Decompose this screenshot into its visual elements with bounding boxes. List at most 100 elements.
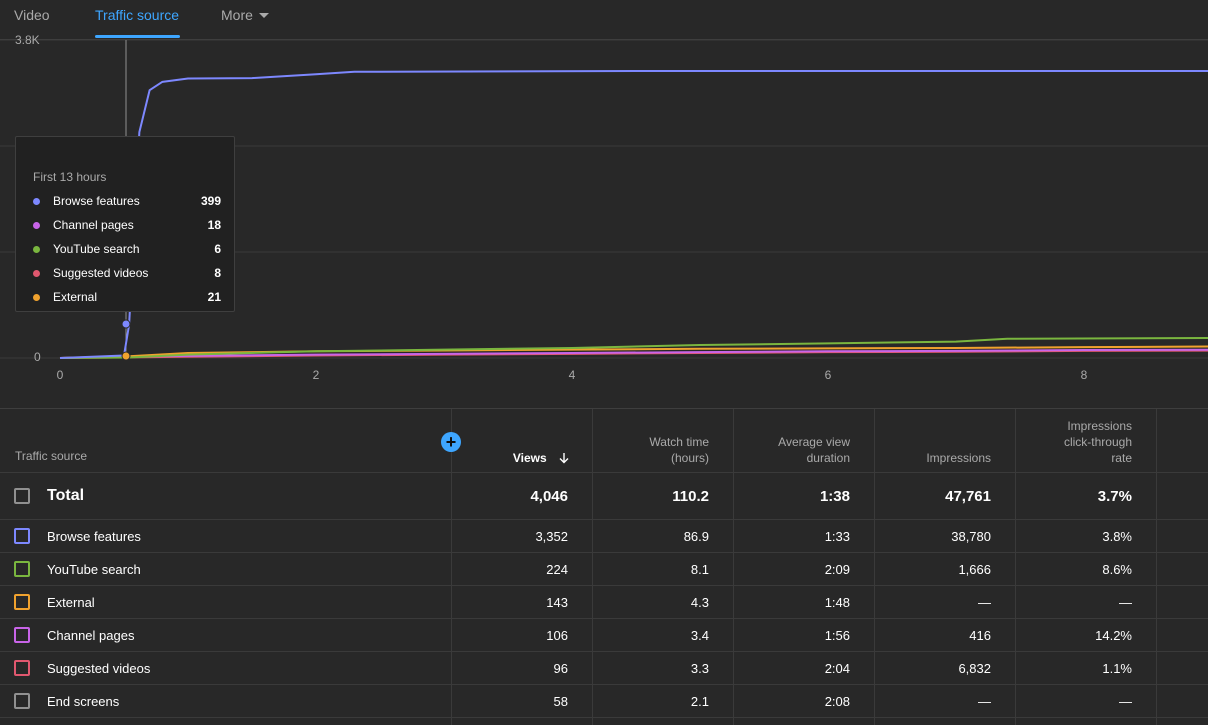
- row-watch-value: 3.3: [690, 661, 709, 676]
- legend-dot-icon: [33, 198, 40, 205]
- header-ctr-line1: Impressions: [1067, 419, 1132, 433]
- row-checkbox[interactable]: [14, 561, 30, 577]
- header-avd-line2: duration: [806, 451, 850, 465]
- row-traffic-source-name[interactable]: Browse features: [47, 529, 141, 544]
- row-traffic-source-name[interactable]: External: [47, 595, 95, 610]
- tab-more[interactable]: More: [221, 7, 269, 23]
- tooltip-row: Browse features 399: [33, 194, 221, 210]
- tooltip-row-label: Browse features: [53, 194, 140, 208]
- tab-traffic-source[interactable]: Traffic source: [95, 7, 179, 23]
- row-avd-value: 1:56: [824, 628, 850, 643]
- header-watch-time[interactable]: Watch time (hours): [600, 434, 709, 466]
- header-views[interactable]: Views: [470, 450, 570, 466]
- arrow-down-icon: [559, 453, 569, 464]
- row-ctr-value: 8.6%: [1102, 562, 1132, 577]
- chart-tooltip: First 13 hours Browse features 399 Channel…: [15, 136, 235, 312]
- row-avd-value: 2:08: [824, 694, 850, 709]
- row-checkbox[interactable]: [14, 627, 30, 643]
- x-tick-label: 4: [568, 368, 576, 382]
- legend-dot-icon: [33, 270, 40, 277]
- tooltip-row: External 21: [33, 290, 221, 306]
- caret-down-icon: [258, 12, 269, 18]
- total-checkbox[interactable]: [14, 488, 30, 504]
- tooltip-row-label: YouTube search: [53, 242, 140, 256]
- row-traffic-source-name[interactable]: Channel pages: [47, 628, 134, 643]
- total-ctr: 3.7%: [1097, 488, 1132, 505]
- total-row: Total 4,046 110.2 1:38 47,761 3.7%: [0, 473, 1208, 519]
- row-ctr-value: 3.8%: [1102, 529, 1132, 544]
- row-checkbox[interactable]: [14, 594, 30, 610]
- table-row: Suggested videos 96 3.3 2:04 6,832 1.1%: [0, 652, 1208, 685]
- add-metric-button[interactable]: +: [441, 432, 461, 452]
- row-ctr-value: —: [1119, 595, 1132, 610]
- row-checkbox[interactable]: [14, 693, 30, 709]
- row-views-value: 224: [546, 562, 568, 577]
- row-ctr-value: 1.1%: [1102, 661, 1132, 676]
- tab-more-label: More: [221, 7, 253, 23]
- total-label: Total: [47, 487, 85, 504]
- row-impressions-value: 1,666: [958, 562, 991, 577]
- row-impressions-value: 38,780: [951, 529, 991, 544]
- row-avd-value: 1:48: [824, 595, 850, 610]
- header-impressions[interactable]: Impressions: [882, 450, 991, 466]
- table-row: End screens 58 2.1 2:08 — —: [0, 685, 1208, 718]
- row-views-value: 143: [546, 595, 568, 610]
- row-watch-value: 2.1: [690, 694, 709, 709]
- header-views-label: Views: [512, 451, 547, 465]
- header-avd-line1: Average view: [778, 435, 850, 449]
- legend-dot-icon: [33, 294, 40, 301]
- tooltip-row-value: 399: [200, 194, 221, 208]
- tooltip-row-value: 18: [207, 218, 221, 232]
- tooltip-row-label: Channel pages: [53, 218, 134, 232]
- tab-video[interactable]: Video: [14, 7, 50, 23]
- row-impressions-value: 6,832: [958, 661, 991, 676]
- row-checkbox[interactable]: [14, 528, 30, 544]
- header-watch-time-line1: Watch time: [649, 435, 709, 449]
- tooltip-row: Suggested videos 8: [33, 266, 221, 282]
- x-tick-label: 8: [1080, 368, 1088, 382]
- x-tick-label: 0: [56, 368, 64, 382]
- row-watch-value: 4.3: [690, 595, 709, 610]
- header-traffic-source[interactable]: Traffic source: [15, 449, 87, 463]
- tooltip-row-value: 21: [207, 290, 221, 304]
- row-ctr-value: —: [1119, 694, 1132, 709]
- row-watch-value: 86.9: [683, 529, 709, 544]
- tooltip-row: YouTube search 6: [33, 242, 221, 258]
- header-ctr-line2: click-through: [1063, 435, 1132, 449]
- traffic-source-table: Traffic source + Views Watch time (hours…: [0, 408, 1208, 725]
- total-watch-time: 110.2: [672, 488, 709, 505]
- row-checkbox[interactable]: [14, 660, 30, 676]
- table-row: External 143 4.3 1:48 — —: [0, 586, 1208, 619]
- header-watch-time-line2: (hours): [670, 451, 709, 465]
- tooltip-row-value: 8: [214, 266, 221, 280]
- row-avd-value: 2:04: [824, 661, 850, 676]
- row-ctr-value: 14.2%: [1095, 628, 1132, 643]
- row-views-value: 3,352: [535, 529, 568, 544]
- legend-dot-icon: [33, 246, 40, 253]
- header-ctr-line3: rate: [1111, 451, 1132, 465]
- y-axis-zero-label: 0: [34, 350, 41, 364]
- row-avd-value: 2:09: [824, 562, 850, 577]
- total-impressions: 47,761: [945, 488, 991, 505]
- row-traffic-source-name[interactable]: Suggested videos: [47, 661, 150, 676]
- row-traffic-source-name[interactable]: End screens: [47, 694, 119, 709]
- row-avd-value: 1:33: [824, 529, 850, 544]
- tooltip-row-label: External: [53, 290, 98, 304]
- x-tick-label: 2: [312, 368, 320, 382]
- row-views-value: 106: [546, 628, 568, 643]
- table-row: YouTube search 224 8.1 2:09 1,666 8.6%: [0, 553, 1208, 586]
- x-tick-label: 6: [824, 368, 832, 382]
- row-traffic-source-name[interactable]: YouTube search: [47, 562, 141, 577]
- analytics-tabs: Video Traffic source More: [0, 0, 1208, 40]
- header-average-view-duration[interactable]: Average view duration: [741, 434, 850, 466]
- hover-point-browse-features: [121, 319, 131, 329]
- row-watch-value: 3.4: [690, 628, 709, 643]
- row-impressions-value: —: [978, 595, 991, 610]
- legend-dot-icon: [33, 222, 40, 229]
- header-ctr[interactable]: Impressions click-through rate: [1023, 418, 1132, 466]
- row-divider: [0, 717, 1208, 718]
- tooltip-row: Channel pages 18: [33, 218, 221, 234]
- total-views: 4,046: [530, 488, 568, 505]
- tooltip-row-label: Suggested videos: [53, 266, 149, 280]
- row-impressions-value: 416: [969, 628, 991, 643]
